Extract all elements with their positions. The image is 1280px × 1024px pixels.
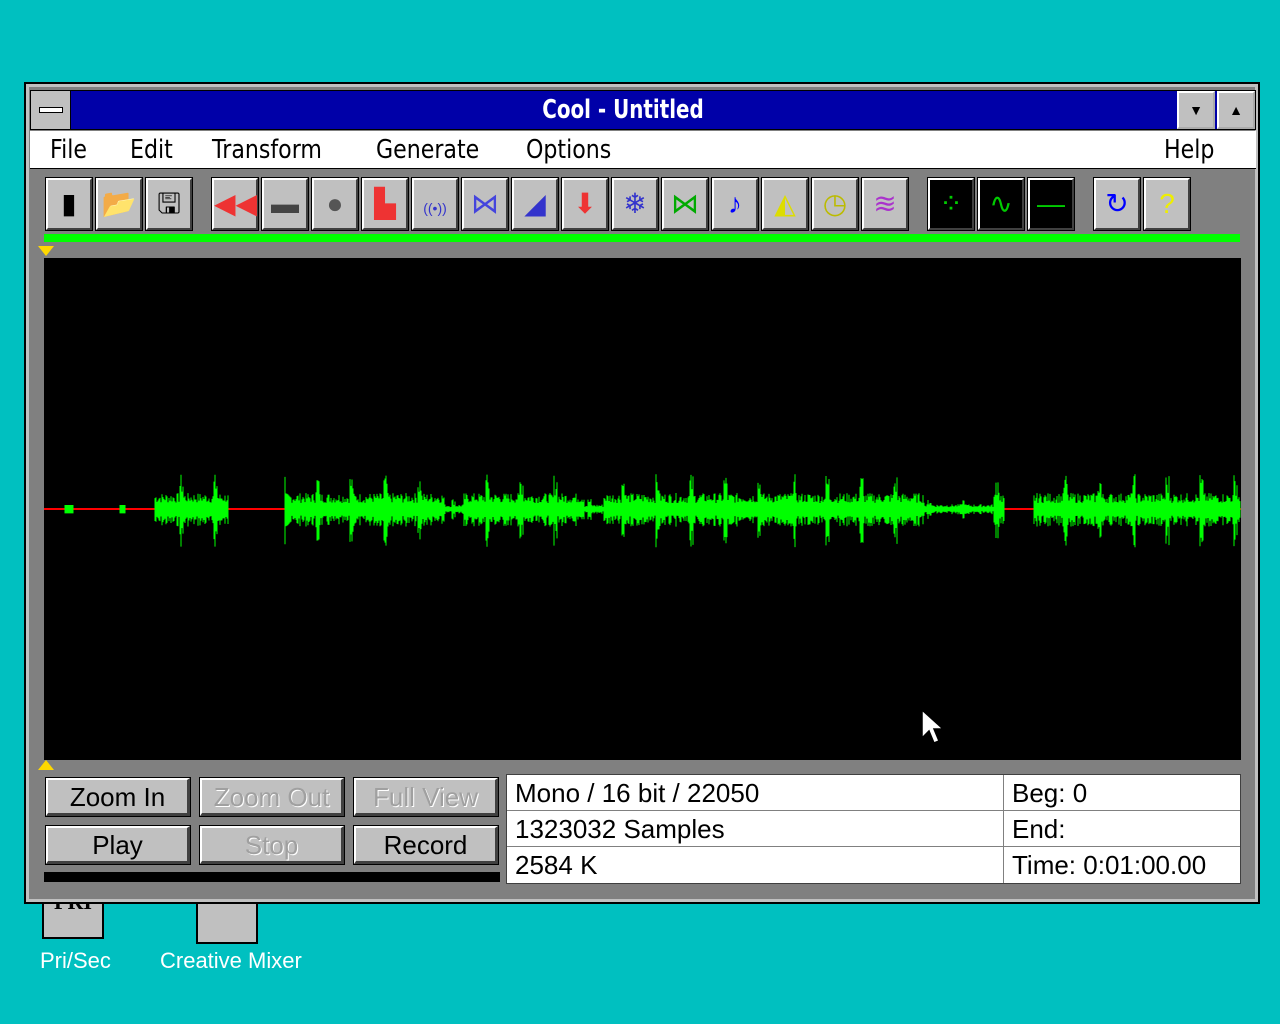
waveform-display[interactable] (44, 258, 1241, 760)
help-tool-button[interactable]: ? (1143, 177, 1191, 231)
fade-icon: ◭ (774, 188, 796, 219)
end-info: End: (1004, 811, 1240, 847)
cool-edit-window: Cool - Untitled ▼ ▲ File Edit Transform … (24, 82, 1260, 904)
invert-icon: ⬇ (573, 188, 597, 219)
window-title: Cool - Untitled (542, 95, 704, 125)
loop-icon: ↻ (1105, 188, 1129, 219)
start-marker-top[interactable] (38, 246, 54, 256)
fade-tool-button[interactable]: ◭ (761, 177, 809, 231)
play-button[interactable]: Play (45, 825, 191, 865)
info-panel: Mono / 16 bit / 22050 1323032 Samples 25… (506, 774, 1241, 884)
music-note-icon: ♪ (728, 188, 742, 219)
zoom-out-button[interactable]: Zoom Out (199, 777, 345, 817)
menu-generate[interactable]: Generate (376, 131, 479, 169)
generate-tone-icon: ∿ (989, 188, 1013, 219)
begin-info: Beg: 0 (1004, 775, 1240, 811)
music-note-tool-button[interactable]: ♪ (711, 177, 759, 231)
menu-edit[interactable]: Edit (130, 131, 173, 169)
samples-info: 1323032 Samples (507, 811, 1004, 847)
echo-tool-button[interactable]: ((•)) (411, 177, 459, 231)
reverse-tool-button[interactable]: ◀◀ (211, 177, 259, 231)
envelope-tool-button[interactable]: ◢ (511, 177, 559, 231)
waveform-trace (64, 474, 1241, 548)
silence-tool-button[interactable]: ▬ (261, 177, 309, 231)
invert-tool-button[interactable]: ⬇ (561, 177, 609, 231)
system-menu-button[interactable] (31, 91, 71, 129)
maximize-button[interactable]: ▲ (1217, 91, 1255, 129)
title-bar: Cool - Untitled ▼ ▲ (30, 90, 1256, 130)
new-tool-button[interactable]: ▮ (45, 177, 93, 231)
minimize-button[interactable]: ▼ (1177, 91, 1215, 129)
generate-tone-tool-button[interactable]: ∿ (977, 177, 1025, 231)
reverse-icon: ◀◀ (214, 188, 258, 219)
envelope-icon: ◢ (524, 188, 546, 219)
menu-file[interactable]: File (50, 131, 87, 169)
creative-mixer-desktop-icon[interactable] (196, 900, 258, 944)
stop-button[interactable]: Stop (199, 825, 345, 865)
noise-tool-button[interactable]: ● (311, 177, 359, 231)
noise-icon: ● (326, 188, 344, 219)
flanger-icon: ⋈ (471, 188, 499, 219)
loop-tool-button[interactable]: ↻ (1093, 177, 1141, 231)
generate-silence-icon: — (1037, 188, 1065, 219)
amplify-tool-button[interactable]: ▙ (361, 177, 409, 231)
freeze-tool-button[interactable]: ❄ (611, 177, 659, 231)
menu-bar: File Edit Transform Generate Options Hel… (30, 131, 1256, 169)
creative-mixer-label[interactable]: Creative Mixer (160, 948, 302, 974)
save-icon: 🖫 (157, 188, 181, 219)
generate-noise-icon: ⁘ (939, 188, 963, 219)
full-view-button[interactable]: Full View (353, 777, 499, 817)
mouse-cursor-icon (921, 708, 944, 744)
help-icon: ? (1159, 188, 1175, 219)
compress-icon: ⋈ (671, 188, 699, 219)
menu-help[interactable]: Help (1164, 131, 1214, 169)
flanger-tool-button[interactable]: ⋈ (461, 177, 509, 231)
compress-tool-button[interactable]: ⋈ (661, 177, 709, 231)
echo-icon: ((•)) (423, 200, 447, 216)
pri-sec-label[interactable]: Pri/Sec (40, 948, 111, 974)
selection-range-bar[interactable] (44, 234, 1240, 242)
save-tool-button[interactable]: 🖫 (145, 177, 193, 231)
record-button[interactable]: Record (353, 825, 499, 865)
open-tool-button[interactable]: 📂 (95, 177, 143, 231)
generate-silence-tool-button[interactable]: — (1027, 177, 1075, 231)
generate-noise-tool-button[interactable]: ⁘ (927, 177, 975, 231)
open-icon: 📂 (101, 188, 137, 219)
zoom-in-button[interactable]: Zoom In (45, 777, 191, 817)
stopwatch-icon: ◷ (822, 188, 848, 219)
filter-tool-button[interactable]: ≋ (861, 177, 909, 231)
amplify-icon: ▙ (374, 188, 396, 219)
new-icon: ▮ (61, 188, 77, 219)
size-info: 2584 K (507, 847, 1004, 883)
silence-icon: ▬ (271, 188, 299, 219)
menu-options[interactable]: Options (526, 131, 611, 169)
menu-transform[interactable]: Transform (212, 131, 322, 169)
format-info: Mono / 16 bit / 22050 (507, 775, 1004, 811)
time-info: Time: 0:01:00.00 (1012, 850, 1207, 880)
freeze-icon: ❄ (623, 188, 647, 219)
stopwatch-tool-button[interactable]: ◷ (811, 177, 859, 231)
level-meter (44, 872, 500, 882)
filter-icon: ≋ (873, 188, 897, 219)
start-marker-bottom[interactable] (38, 760, 54, 770)
system-menu-icon (39, 107, 63, 113)
